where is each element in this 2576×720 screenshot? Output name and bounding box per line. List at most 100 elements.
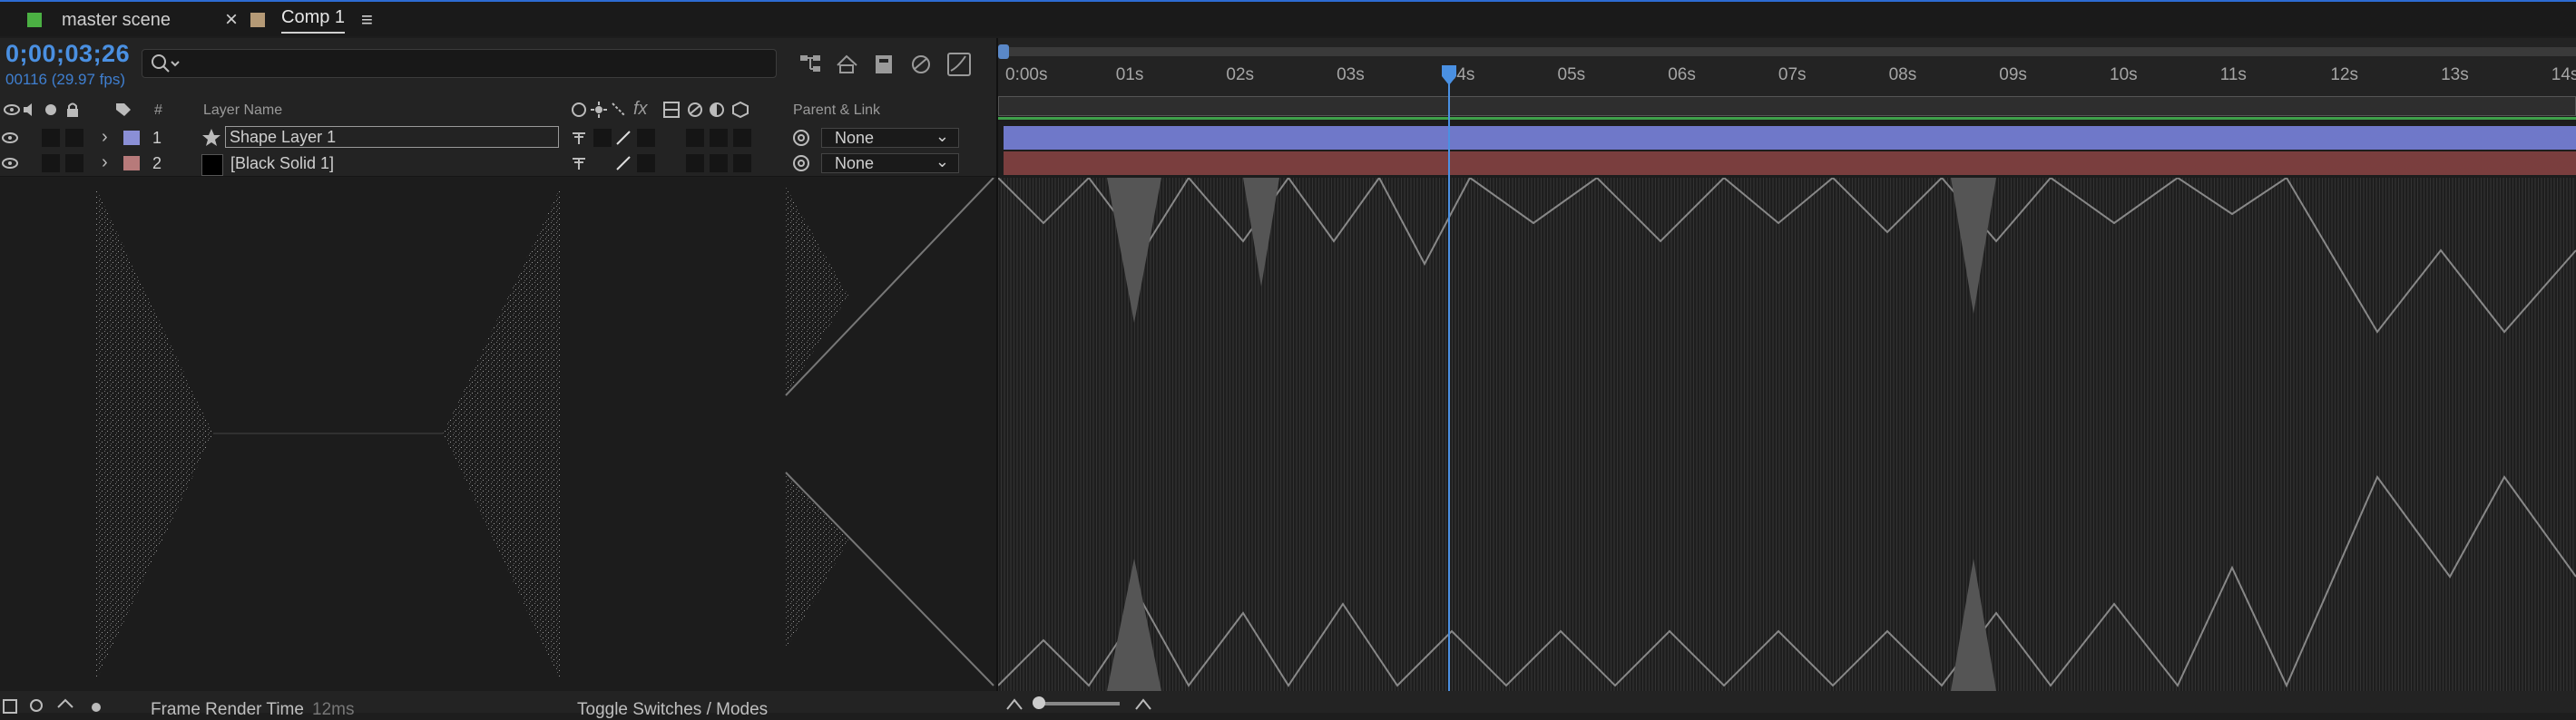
tab-comp-1[interactable]: Comp 1 bbox=[250, 4, 346, 36]
hamburger-menu-icon: ≡ bbox=[361, 8, 373, 31]
switch-frame-blend-icon[interactable] bbox=[662, 101, 682, 121]
switch-motion-blur-icon[interactable] bbox=[686, 101, 706, 121]
pickwhip-icon[interactable] bbox=[791, 128, 813, 148]
layer-duration-bar[interactable] bbox=[1004, 151, 2576, 175]
shy-layers-icon[interactable] bbox=[873, 53, 896, 76]
eye-visibility-icon[interactable] bbox=[2, 130, 22, 148]
ruler-tick-label: 07s bbox=[1778, 65, 1807, 84]
lock-switch[interactable] bbox=[65, 154, 83, 172]
timeline-empty-area bbox=[0, 176, 2576, 691]
motion-blur-switch[interactable] bbox=[686, 154, 704, 172]
parent-value: None bbox=[835, 129, 875, 147]
lock-switch[interactable] bbox=[65, 129, 83, 147]
adjustment-switch[interactable] bbox=[710, 154, 728, 172]
solo-toggle-icon[interactable] bbox=[44, 101, 62, 121]
layer-index: 2 bbox=[152, 154, 162, 172]
video-toggle-icon[interactable] bbox=[4, 101, 24, 121]
toggle-switches-modes-button[interactable]: Toggle Switches / Modes bbox=[577, 700, 768, 720]
search-input[interactable] bbox=[184, 52, 769, 75]
layer-name-field[interactable]: Shape Layer 1 bbox=[225, 126, 559, 148]
effects-switch[interactable] bbox=[637, 154, 655, 172]
switch-shy-icon[interactable] bbox=[570, 101, 590, 121]
solo-switch[interactable] bbox=[42, 154, 60, 172]
layer-duration-bar[interactable] bbox=[1004, 126, 2576, 150]
effects-switch[interactable] bbox=[637, 129, 655, 147]
lock-icon[interactable] bbox=[65, 101, 83, 121]
work-area-bar[interactable] bbox=[998, 96, 2576, 116]
label-color-swatch[interactable] bbox=[123, 131, 140, 145]
shy-switch-icon[interactable] bbox=[570, 128, 590, 148]
audio-toggle-icon[interactable] bbox=[22, 101, 42, 121]
adjust-icon[interactable] bbox=[56, 698, 74, 716]
current-time-display[interactable]: 0;00;03;26 bbox=[5, 40, 130, 68]
3d-switch[interactable] bbox=[733, 154, 751, 172]
ruler-tick-label: 0:00s bbox=[1005, 65, 1048, 84]
time-navigator-bar[interactable] bbox=[998, 47, 2576, 56]
shy-switch-icon[interactable] bbox=[570, 153, 590, 173]
adjustment-switch[interactable] bbox=[710, 129, 728, 147]
chevron-down-icon: ⌄ bbox=[935, 152, 949, 170]
close-icon: × bbox=[225, 7, 239, 32]
layer-row[interactable]: › 1 Shape Layer 1 None ⌄ bbox=[0, 125, 998, 151]
switch-adjustment-icon[interactable] bbox=[708, 101, 728, 121]
quality-switch-icon[interactable] bbox=[613, 153, 633, 173]
panel-menu-button[interactable]: ≡ bbox=[361, 4, 373, 36]
zoom-out-icon[interactable] bbox=[1005, 696, 1025, 715]
label-color-swatch[interactable] bbox=[123, 156, 140, 170]
playhead-line bbox=[1447, 71, 1450, 691]
parent-dropdown[interactable]: None ⌄ bbox=[821, 152, 959, 173]
effects-fx-icon[interactable]: fx bbox=[633, 99, 648, 120]
ruler-tick-label: 01s bbox=[1115, 65, 1144, 84]
frame-blending-icon[interactable] bbox=[909, 53, 933, 76]
expand-chevron-icon[interactable]: › bbox=[102, 127, 108, 148]
zoom-in-icon[interactable] bbox=[1134, 696, 1154, 715]
column-layer-name[interactable]: Layer Name bbox=[203, 102, 282, 119]
solo-switch[interactable] bbox=[42, 129, 60, 147]
ruler-tick-label: 02s bbox=[1226, 65, 1255, 84]
render-settings-icon[interactable] bbox=[2, 698, 20, 716]
composition-mini-flowchart-icon[interactable] bbox=[798, 53, 822, 76]
status-bar: Frame Render Time 12ms Toggle Switches /… bbox=[0, 691, 2576, 719]
tab-close-button[interactable]: × bbox=[225, 4, 238, 36]
pane-divider[interactable] bbox=[996, 38, 998, 691]
label-tag-icon[interactable] bbox=[114, 101, 134, 121]
ruler-tick-label: 03s bbox=[1337, 65, 1365, 84]
layer-column-header: # Layer Name fx Parent & Link bbox=[0, 96, 998, 126]
quality-switch-icon[interactable] bbox=[613, 128, 633, 148]
solid-icon bbox=[201, 154, 223, 176]
playhead-handle[interactable] bbox=[1441, 65, 1457, 85]
eye-visibility-icon[interactable] bbox=[2, 155, 22, 173]
ruler-tick-label: 10s bbox=[2110, 65, 2138, 84]
zoom-slider-knob[interactable] bbox=[1033, 696, 1045, 709]
panel-tab-bar: master scene × Comp 1 ≡ bbox=[0, 0, 2576, 36]
3d-switch[interactable] bbox=[733, 129, 751, 147]
switch-collapse-icon[interactable] bbox=[590, 101, 610, 121]
layer-row[interactable]: › 2 [Black Solid 1] None ⌄ bbox=[0, 151, 998, 177]
render-cache-indicator bbox=[998, 117, 2576, 120]
switch-3d-layer-icon[interactable] bbox=[731, 101, 751, 121]
tab-label: Comp 1 bbox=[281, 7, 346, 34]
column-index: # bbox=[154, 102, 162, 118]
chevron-down-icon: ⌄ bbox=[935, 127, 949, 145]
expand-chevron-icon[interactable]: › bbox=[102, 152, 108, 173]
motion-blur-switch[interactable] bbox=[686, 129, 704, 147]
motion-blur-icon[interactable] bbox=[947, 53, 971, 76]
draft-3d-icon[interactable] bbox=[835, 53, 858, 76]
column-parent-link[interactable]: Parent & Link bbox=[793, 102, 880, 119]
frame-number-display: 00116 (29.97 fps) bbox=[5, 71, 125, 88]
tab-color-swatch bbox=[27, 13, 42, 27]
pickwhip-icon[interactable] bbox=[791, 153, 813, 173]
ruler-tick-label: 08s bbox=[1888, 65, 1917, 84]
time-navigator-start-handle[interactable] bbox=[998, 44, 1009, 59]
layer-index: 1 bbox=[152, 129, 162, 147]
parent-dropdown[interactable]: None ⌄ bbox=[821, 127, 959, 148]
zoom-slider[interactable] bbox=[1038, 702, 1120, 705]
magnify-icon[interactable] bbox=[29, 698, 47, 716]
layer-name[interactable]: [Black Solid 1] bbox=[230, 153, 334, 173]
settings-icon[interactable] bbox=[87, 698, 105, 716]
switch-quality-icon[interactable] bbox=[610, 101, 630, 121]
render-artifact-graphic bbox=[95, 176, 2576, 691]
tab-master-scene[interactable]: master scene bbox=[27, 4, 171, 36]
layer-search-field[interactable] bbox=[142, 49, 777, 78]
collapse-switch[interactable] bbox=[593, 129, 612, 147]
